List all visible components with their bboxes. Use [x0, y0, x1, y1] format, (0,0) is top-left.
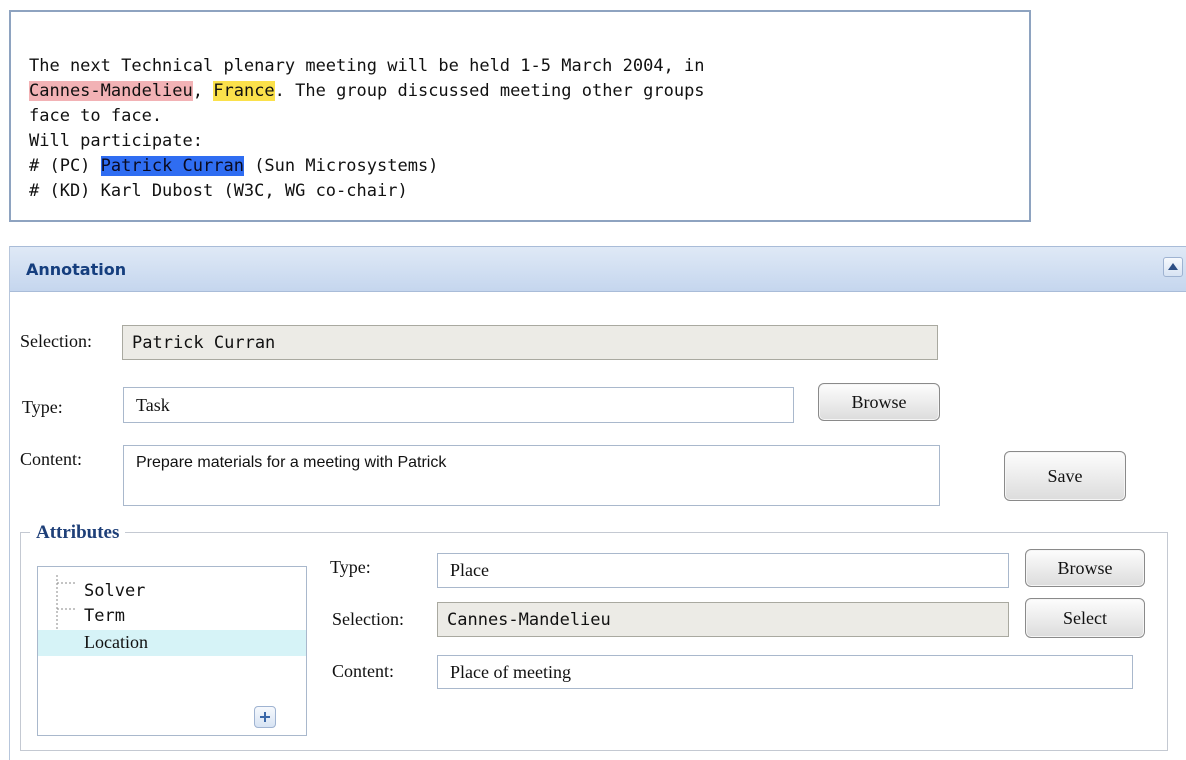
type-label: Type: [22, 397, 63, 417]
doc-line-6: # (KD) Karl Dubost (W3C, WG co-chair) [29, 181, 408, 201]
attr-content-label: Content: [332, 661, 394, 681]
attr-selection-field: Cannes-Mandelieu [437, 602, 1009, 637]
selection-field: Patrick Curran [122, 325, 938, 360]
attr-selection-label: Selection: [332, 609, 404, 629]
tree-item-label: Solver [84, 581, 146, 601]
type-input[interactable]: Task [123, 387, 794, 423]
chevron-up-icon [1168, 263, 1178, 270]
tree-item-label: Term [84, 606, 125, 626]
browse-type-button[interactable]: Browse [818, 383, 940, 421]
highlight-person[interactable]: Patrick Curran [100, 156, 244, 176]
content-label: Content: [20, 449, 82, 469]
doc-line-5-rest: (Sun Microsystems) [243, 156, 439, 176]
doc-line-5-prefix: # (PC) [29, 156, 101, 176]
highlight-country[interactable]: France [213, 81, 275, 101]
attr-content-input[interactable]: Place of meeting [437, 655, 1133, 689]
plus-icon [260, 712, 270, 722]
doc-separator: , [192, 81, 214, 101]
doc-line-1: The next Technical plenary meeting will … [29, 56, 705, 76]
doc-line-2-rest: . The group discussed meeting other grou… [274, 81, 705, 101]
tree-item-location[interactable]: Location [38, 630, 306, 656]
content-textarea[interactable]: Prepare materials for a meeting with Pat… [123, 445, 940, 506]
save-button[interactable]: Save [1004, 451, 1126, 501]
attr-select-button[interactable]: Select [1025, 598, 1145, 638]
attr-type-input[interactable]: Place [437, 553, 1009, 588]
annotation-title: Annotation [26, 260, 127, 279]
attr-type-label: Type: [330, 557, 371, 577]
add-attribute-button[interactable] [254, 706, 276, 728]
doc-line-4: Will participate: [29, 131, 203, 151]
tree-item-label: Location [84, 632, 148, 652]
attributes-legend: Attributes [30, 522, 126, 544]
tree-item-term[interactable]: Term [38, 604, 306, 630]
collapse-button[interactable] [1163, 257, 1183, 277]
doc-line-3: face to face. [29, 106, 163, 126]
tree-item-solver[interactable]: Solver [38, 579, 306, 605]
annotation-header: Annotation [10, 246, 1186, 292]
document-text-panel[interactable]: The next Technical plenary meeting will … [9, 10, 1031, 222]
highlight-place[interactable]: Cannes-Mandelieu [29, 81, 193, 101]
document-text[interactable]: The next Technical plenary meeting will … [29, 54, 705, 204]
attr-browse-button[interactable]: Browse [1025, 549, 1145, 587]
selection-label: Selection: [20, 331, 92, 351]
